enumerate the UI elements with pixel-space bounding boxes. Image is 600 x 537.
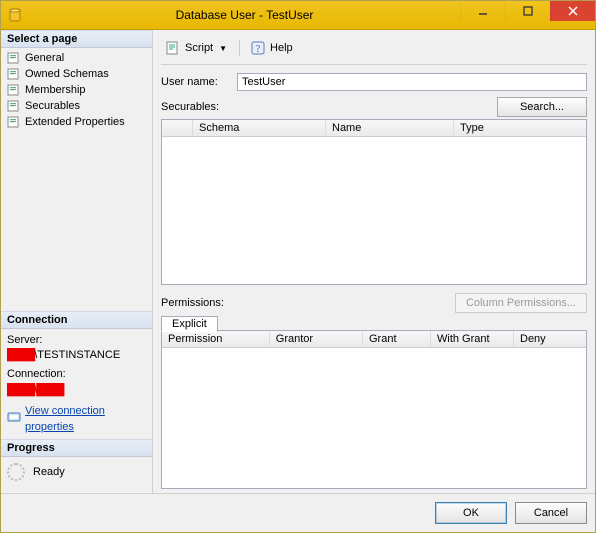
page-item-extended-properties[interactable]: Extended Properties bbox=[5, 114, 148, 130]
body-area: Select a page General Owned Schemas bbox=[1, 30, 595, 493]
progress-header: Progress bbox=[1, 439, 152, 457]
progress-body: Ready bbox=[1, 457, 152, 487]
left-panel: Select a page General Owned Schemas bbox=[1, 30, 153, 493]
page-label: Securables bbox=[25, 100, 80, 112]
permissions-area: Explicit Permission Grantor Grant With G… bbox=[161, 315, 587, 489]
app-icon bbox=[7, 7, 23, 23]
connection-body: Server: ████\TESTINSTANCE Connection: ██… bbox=[1, 329, 152, 439]
minimize-button[interactable] bbox=[460, 1, 505, 21]
svg-text:?: ? bbox=[256, 44, 261, 55]
col-deny: Deny bbox=[514, 331, 586, 347]
page-item-owned-schemas[interactable]: Owned Schemas bbox=[5, 66, 148, 82]
username-input[interactable] bbox=[237, 73, 587, 91]
server-value: ████\TESTINSTANCE bbox=[7, 348, 146, 363]
page-icon bbox=[7, 67, 21, 81]
username-row: User name: bbox=[161, 73, 587, 91]
window-buttons bbox=[460, 1, 595, 29]
titlebar: Database User - TestUser bbox=[1, 1, 595, 30]
close-button[interactable] bbox=[550, 1, 595, 21]
script-label: Script bbox=[185, 42, 213, 54]
chevron-down-icon: ▼ bbox=[217, 44, 229, 53]
page-list: General Owned Schemas Membership bbox=[1, 50, 152, 130]
col-with-grant: With Grant bbox=[431, 331, 514, 347]
ok-button[interactable]: OK bbox=[435, 502, 507, 524]
col-type: Type bbox=[454, 120, 586, 136]
select-page-header: Select a page bbox=[1, 30, 152, 48]
connection-icon bbox=[7, 410, 21, 429]
permissions-label: Permissions: bbox=[161, 297, 224, 309]
maximize-button[interactable] bbox=[505, 1, 550, 21]
script-icon bbox=[165, 40, 181, 56]
permissions-grid-header: Permission Grantor Grant With Grant Deny bbox=[162, 331, 586, 348]
page-item-membership[interactable]: Membership bbox=[5, 82, 148, 98]
connection-header: Connection bbox=[1, 311, 152, 329]
page-icon bbox=[7, 51, 21, 65]
page-label: Owned Schemas bbox=[25, 68, 109, 80]
permissions-grid[interactable]: Permission Grantor Grant With Grant Deny bbox=[161, 330, 587, 489]
toolbar-separator bbox=[239, 40, 240, 56]
tab-explicit[interactable]: Explicit bbox=[161, 316, 218, 332]
help-button[interactable]: ? Help bbox=[246, 38, 297, 58]
page-item-general[interactable]: General bbox=[5, 50, 148, 66]
page-icon bbox=[7, 99, 21, 113]
progress-status: Ready bbox=[33, 466, 65, 478]
page-item-securables[interactable]: Securables bbox=[5, 98, 148, 114]
username-label: User name: bbox=[161, 76, 231, 88]
permissions-tabs: Explicit bbox=[161, 315, 587, 331]
col-permission: Permission bbox=[162, 331, 270, 347]
securables-label: Securables: bbox=[161, 101, 219, 113]
page-label: Extended Properties bbox=[25, 116, 125, 128]
page-label: General bbox=[25, 52, 64, 64]
permissions-label-row: Permissions: Column Permissions... bbox=[161, 293, 587, 313]
toolbar: Script ▼ ? Help bbox=[161, 36, 587, 65]
view-connection-properties-link[interactable]: View connection properties bbox=[25, 404, 146, 435]
securables-grid[interactable]: Schema Name Type bbox=[161, 119, 587, 285]
connection-label: Connection: bbox=[7, 367, 146, 382]
window-title: Database User - TestUser bbox=[29, 8, 460, 22]
col-grant: Grant bbox=[363, 331, 431, 347]
progress-spinner-icon bbox=[7, 463, 25, 481]
securables-grid-header: Schema Name Type bbox=[162, 120, 586, 137]
script-button[interactable]: Script ▼ bbox=[161, 38, 233, 58]
securables-header-row: Securables: Search... bbox=[161, 97, 587, 117]
server-label: Server: bbox=[7, 333, 146, 348]
dialog-window: Database User - TestUser Select a page bbox=[0, 0, 596, 533]
help-icon: ? bbox=[250, 40, 266, 56]
page-icon bbox=[7, 115, 21, 129]
right-panel: Script ▼ ? Help User name: Securables: S… bbox=[153, 30, 595, 493]
footer: OK Cancel bbox=[1, 493, 595, 532]
page-label: Membership bbox=[25, 84, 86, 96]
page-icon bbox=[7, 83, 21, 97]
col-grantor: Grantor bbox=[270, 331, 363, 347]
help-label: Help bbox=[270, 42, 293, 54]
col-name: Name bbox=[326, 120, 454, 136]
column-permissions-button: Column Permissions... bbox=[455, 293, 587, 313]
search-button[interactable]: Search... bbox=[497, 97, 587, 117]
col-schema: Schema bbox=[193, 120, 326, 136]
connection-value: ████\████ bbox=[7, 383, 146, 398]
cancel-button[interactable]: Cancel bbox=[515, 502, 587, 524]
